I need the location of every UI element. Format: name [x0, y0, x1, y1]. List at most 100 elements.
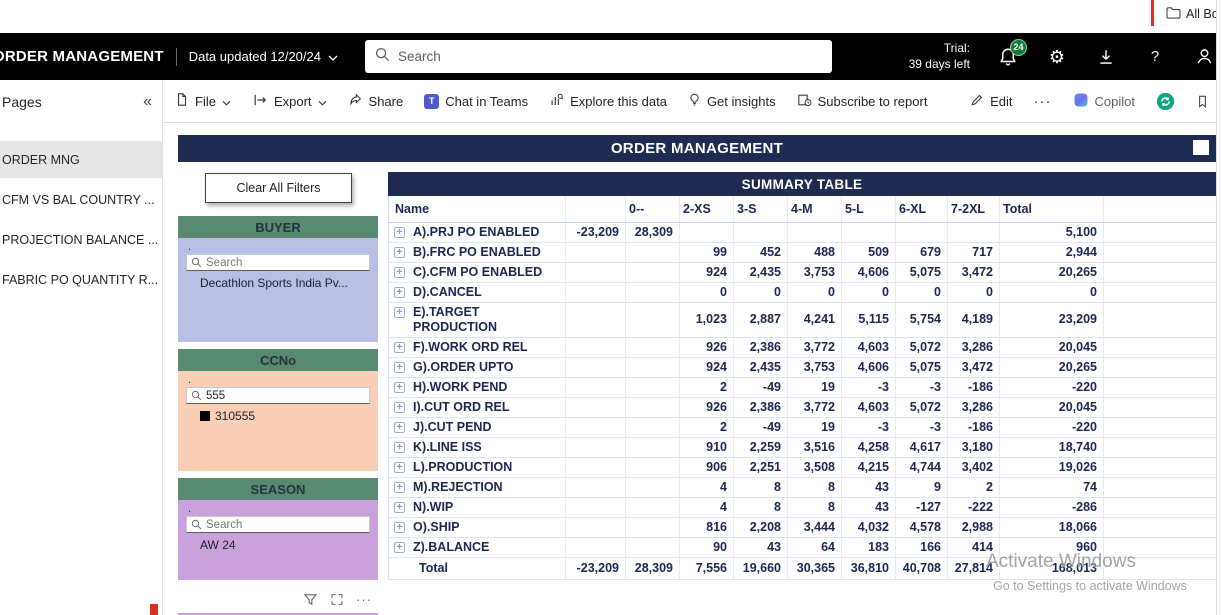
expand-icon[interactable]: +	[394, 402, 405, 413]
collapse-sidebar-icon[interactable]: «	[143, 93, 152, 111]
expand-icon[interactable]: +	[394, 442, 405, 453]
expand-icon[interactable]: +	[394, 482, 405, 493]
row-header[interactable]: +C).CFM PO ENABLED	[389, 262, 566, 282]
global-search[interactable]	[365, 40, 832, 73]
expand-icon[interactable]: +	[394, 267, 405, 278]
row-header[interactable]: +A).PRJ PO ENABLED	[389, 222, 566, 242]
expand-icon[interactable]: +	[394, 462, 405, 473]
filter-search-input[interactable]	[206, 390, 356, 402]
expand-icon[interactable]: +	[394, 422, 405, 433]
expand-icon[interactable]: +	[394, 542, 405, 553]
row-header[interactable]: +F).WORK ORD REL	[389, 337, 566, 357]
row-header[interactable]: +K).LINE ISS	[389, 437, 566, 457]
filter-search-box[interactable]	[186, 516, 370, 533]
column-header-3-s[interactable]: 3-S	[734, 196, 788, 222]
value-cell	[626, 377, 680, 397]
expand-icon[interactable]: +	[394, 382, 405, 393]
expand-icon[interactable]: +	[394, 247, 405, 258]
filter-value-item[interactable]: 310555	[178, 404, 378, 423]
filter-section-header[interactable]: SEASON	[178, 478, 378, 500]
export-menu[interactable]: Export	[252, 93, 327, 110]
column-header-0[interactable]: 0--	[626, 196, 680, 222]
expand-icon[interactable]: +	[394, 287, 405, 298]
sidebar-item-fabric-po-quantity-r[interactable]: FABRIC PO QUANTITY R...	[0, 261, 162, 298]
value-cell: 5,072	[896, 337, 948, 357]
filter-section-header[interactable]: BUYER	[178, 216, 378, 238]
vertical-scrollbar[interactable]	[1216, 0, 1221, 615]
clear-all-filters-button[interactable]: Clear All Filters	[205, 173, 352, 203]
more-options-icon[interactable]: ···	[356, 592, 372, 607]
copilot-button[interactable]: Copilot	[1073, 92, 1135, 111]
expand-icon[interactable]: +	[394, 307, 405, 318]
row-header[interactable]: +L).PRODUCTION	[389, 457, 566, 477]
value-cell	[626, 282, 680, 302]
row-header[interactable]: +O).SHIP	[389, 517, 566, 537]
help-icon[interactable]: ?	[1144, 46, 1166, 68]
row-header[interactable]: +G).ORDER UPTO	[389, 357, 566, 377]
value-cell: 5,075	[896, 357, 948, 377]
column-header-empty[interactable]	[566, 196, 626, 222]
sidebar-item-projection-balance[interactable]: PROJECTION BALANCE ...	[0, 221, 162, 258]
row-header[interactable]: +D).CANCEL	[389, 282, 566, 302]
focus-mode-icon[interactable]	[330, 593, 344, 606]
value-cell: 4,606	[842, 357, 896, 377]
expand-icon[interactable]: +	[394, 227, 405, 238]
sidebar-item-cfm-vs-bal-country[interactable]: CFM VS BAL COUNTRY ...	[0, 181, 162, 218]
filter-search-input[interactable]	[206, 519, 356, 531]
expand-icon[interactable]: +	[394, 522, 405, 533]
row-header[interactable]: +Z).BALANCE	[389, 537, 566, 557]
row-header[interactable]: +E).TARGET PRODUCTION	[389, 302, 566, 337]
column-header-total[interactable]: Total	[1000, 196, 1104, 222]
column-header-5-l[interactable]: 5-L	[842, 196, 896, 222]
subscribe-button[interactable]: Subscribe to report	[797, 93, 928, 110]
row-header[interactable]: Total	[389, 557, 566, 579]
expand-icon[interactable]: +	[394, 362, 405, 373]
column-header-2-xs[interactable]: 2-XS	[680, 196, 734, 222]
column-header-4-m[interactable]: 4-M	[788, 196, 842, 222]
file-menu[interactable]: File	[175, 92, 231, 110]
row-header[interactable]: + I).CUT ORD REL	[389, 397, 566, 417]
matrix-row: +E).TARGET PRODUCTION1,0232,8874,2415,11…	[389, 302, 1217, 337]
settings-gear-icon[interactable]: ⚙	[1046, 46, 1068, 68]
row-header[interactable]: +J).CUT PEND	[389, 417, 566, 437]
filter-funnel-icon[interactable]	[303, 593, 318, 606]
expand-icon[interactable]: +	[394, 502, 405, 513]
edit-button[interactable]: Edit	[970, 93, 1012, 110]
row-label: I).CUT ORD REL	[413, 400, 510, 414]
filter-search-input[interactable]	[206, 257, 356, 269]
filter-section-header[interactable]: CCNo	[178, 349, 378, 371]
sidebar-item-order-mng[interactable]: ORDER MNG	[0, 141, 162, 178]
expand-icon[interactable]: +	[394, 342, 405, 353]
value-cell: 509	[842, 242, 896, 262]
row-header[interactable]: +B).FRC PO ENABLED	[389, 242, 566, 262]
bookmark-icon[interactable]	[1196, 94, 1209, 109]
row-header[interactable]: + N).WIP	[389, 497, 566, 517]
filter-search-box[interactable]	[186, 387, 370, 404]
explore-data-button[interactable]: Explore this data	[549, 93, 667, 110]
column-header-7-2xl[interactable]: 7-2XL	[948, 196, 1000, 222]
row-header[interactable]: +M).REJECTION	[389, 477, 566, 497]
row-label: N).WIP	[413, 500, 453, 514]
chat-in-teams-button[interactable]: T Chat in Teams	[424, 94, 528, 109]
get-insights-label: Get insights	[707, 94, 776, 109]
column-header-name[interactable]: Name	[389, 196, 566, 222]
data-updated-dropdown[interactable]: Data updated 12/20/24	[189, 49, 338, 64]
value-cell: 5,754	[896, 302, 948, 337]
value-cell: 717	[948, 242, 1000, 262]
row-header[interactable]: +H).WORK PEND	[389, 377, 566, 397]
column-header-6-xl[interactable]: 6-XL	[896, 196, 948, 222]
profile-icon[interactable]	[1193, 46, 1215, 68]
filter-value-item[interactable]: AW 24	[178, 533, 378, 552]
more-options-button[interactable]: ···	[1034, 93, 1052, 110]
red-accent-bottom	[150, 604, 158, 615]
notifications-bell-icon[interactable]: 24	[997, 46, 1019, 68]
bookmarks-folder[interactable]: All Bo	[1166, 6, 1221, 22]
popout-button[interactable]	[1193, 140, 1209, 155]
refresh-status-icon[interactable]	[1156, 92, 1175, 111]
get-insights-button[interactable]: Get insights	[688, 92, 776, 110]
filter-search-box[interactable]	[186, 254, 370, 271]
download-icon[interactable]	[1095, 46, 1117, 68]
global-search-input[interactable]	[398, 49, 822, 64]
filter-value-item[interactable]: Decathlon Sports India Pv...	[178, 271, 378, 290]
share-button[interactable]: Share	[348, 93, 404, 110]
